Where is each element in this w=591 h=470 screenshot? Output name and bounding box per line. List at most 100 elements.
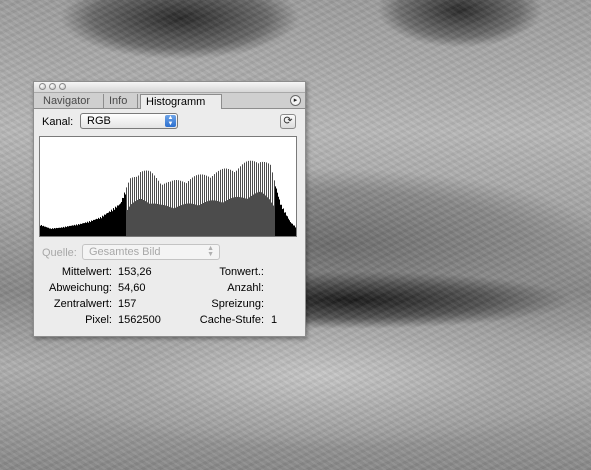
pixel-value: 1562500 <box>118 314 161 326</box>
histogram-bar <box>170 181 171 236</box>
histogram-bar <box>52 228 53 236</box>
tab-info[interactable]: Info <box>104 94 138 108</box>
histogram-bar <box>78 224 79 236</box>
histogram-bar <box>44 226 45 236</box>
histogram-bar <box>222 168 223 236</box>
histogram-bar <box>48 227 49 236</box>
histogram-bar <box>202 174 203 236</box>
histogram-bar <box>185 203 186 236</box>
palette-menu-icon[interactable]: ▸ <box>290 95 301 106</box>
histogram-bar <box>115 206 116 236</box>
histogram-bar <box>62 227 63 236</box>
pixel-label: Pixel: <box>85 314 112 326</box>
minimize-button[interactable] <box>49 83 56 90</box>
mean-label: Mittelwert: <box>61 266 112 278</box>
histogram-bar <box>61 227 62 236</box>
histogram-bar <box>112 211 113 236</box>
channel-select[interactable]: RGB ▲ ▼ <box>80 113 178 129</box>
histogram-bar <box>158 180 159 236</box>
histogram-bar <box>42 226 43 236</box>
histogram-bar <box>178 180 179 236</box>
histogram-bar <box>276 188 277 236</box>
histogram-bar <box>113 208 114 236</box>
histogram-bar <box>77 225 78 236</box>
histogram-bar <box>204 174 205 236</box>
histogram-bar <box>237 196 238 236</box>
histogram-bar <box>264 161 265 236</box>
histogram-bar <box>285 212 286 236</box>
histogram-bar <box>133 202 134 236</box>
histogram-bar <box>231 198 232 236</box>
histogram-svg <box>40 160 296 236</box>
histogram-bar <box>291 223 292 236</box>
histogram-bar <box>49 228 50 236</box>
histogram-bar <box>144 170 145 236</box>
histogram-bar <box>223 202 224 236</box>
histogram-bar <box>131 204 132 236</box>
histogram-bar <box>234 172 235 236</box>
histogram-bar <box>248 160 249 236</box>
zoom-button[interactable] <box>59 83 66 90</box>
source-select[interactable]: Gesamtes Bild ▲ ▼ <box>82 244 220 260</box>
histogram-bar <box>135 201 136 236</box>
histogram-bar <box>174 180 175 236</box>
histogram-bar <box>40 225 41 236</box>
histogram-bar <box>110 211 111 236</box>
channel-label: Kanal: <box>42 116 74 128</box>
histogram-bar <box>104 214 105 236</box>
histogram-bar <box>210 177 211 236</box>
histogram-bar <box>109 211 110 236</box>
histogram-bar <box>157 203 158 236</box>
histogram-bar <box>41 224 42 236</box>
histogram-bar <box>160 183 161 236</box>
histogram-bar <box>70 225 71 236</box>
median-value: 157 <box>118 298 137 310</box>
histogram-bar <box>45 226 46 236</box>
histogram-bar <box>67 226 68 236</box>
cache-level-value: 1 <box>271 314 278 326</box>
histogram-bar <box>271 202 272 236</box>
histogram-bar <box>147 202 148 236</box>
histogram-bar <box>91 220 92 236</box>
mean-value: 153,26 <box>118 266 152 278</box>
histogram-bar <box>284 212 285 236</box>
histogram-bar <box>142 171 143 236</box>
histogram-bar <box>190 179 191 236</box>
histogram-bar <box>199 205 200 236</box>
histogram-bar <box>81 223 82 236</box>
histogram-bar <box>260 162 261 236</box>
refresh-icon[interactable]: ⟳ <box>280 114 296 129</box>
histogram-bar <box>239 197 240 236</box>
histogram-bar <box>125 194 126 236</box>
histogram-bar <box>187 203 188 236</box>
histogram-bar <box>50 228 51 236</box>
tab-histogramm[interactable]: Histogramm <box>140 94 222 109</box>
histogram-bar <box>290 222 291 236</box>
histogram-bar <box>98 217 99 236</box>
histogram-bar <box>136 176 137 236</box>
histogram-bar <box>101 218 102 236</box>
histogram-bar <box>138 175 139 236</box>
palette-titlebar[interactable] <box>34 82 305 93</box>
histogram-bar <box>105 214 106 236</box>
tab-navigator[interactable]: Navigator <box>38 94 104 108</box>
close-button[interactable] <box>39 83 46 90</box>
histogram-bar <box>282 209 283 236</box>
histogram-bar <box>84 223 85 236</box>
histogram-bar <box>92 220 93 236</box>
histogram-bar <box>246 161 247 236</box>
percentile-label: Spreizung: <box>211 298 264 310</box>
histogram-bar <box>80 223 81 236</box>
histogram-bar <box>51 228 52 236</box>
histogram-bar <box>241 197 242 236</box>
histogram-bar <box>283 208 284 236</box>
histogram-bar <box>156 178 157 236</box>
histogram-bar <box>250 160 251 236</box>
histogram-bar <box>111 209 112 236</box>
histogram-bar <box>227 199 228 236</box>
histogram-bar <box>163 205 164 236</box>
histogram-bar <box>215 200 216 236</box>
count-label: Anzahl: <box>227 282 264 294</box>
histogram-bar <box>159 204 160 236</box>
histogram-bar <box>232 170 233 236</box>
